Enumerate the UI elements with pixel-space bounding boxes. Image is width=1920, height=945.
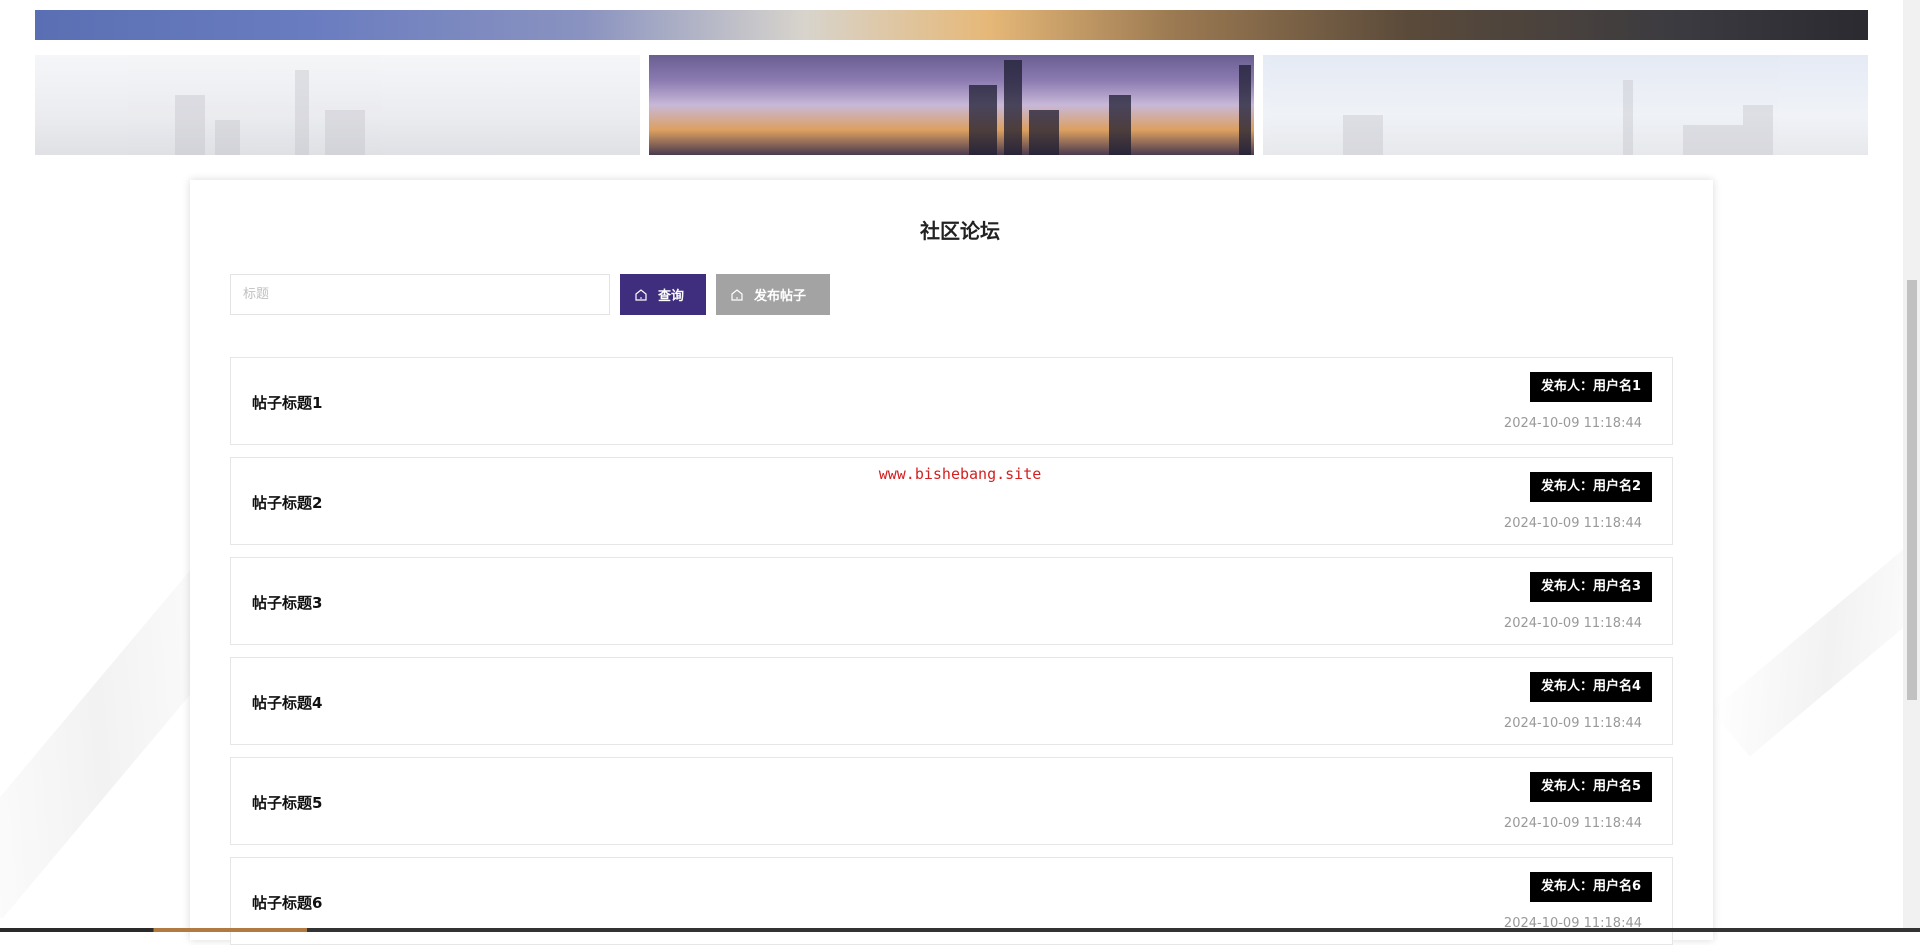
post-author-badge: 发布人：用户名1: [1529, 372, 1652, 402]
background-decoration: [1711, 543, 1920, 757]
page-title: 社区论坛: [920, 219, 1000, 243]
post-title[interactable]: 帖子标题6: [252, 892, 322, 913]
post-date: 2024-10-09 11:18:44: [1503, 416, 1642, 431]
home-icon: [635, 288, 647, 301]
top-banner-image[interactable]: [35, 10, 1868, 40]
page-scrollbar[interactable]: [1903, 0, 1920, 928]
carousel-image-3[interactable]: [1263, 55, 1868, 155]
home-icon: [731, 288, 743, 301]
publish-post-button[interactable]: 发布帖子: [716, 274, 830, 315]
post-list-item[interactable]: 帖子标题5 发布人：用户名5 2024-10-09 11:18:44: [230, 757, 1673, 845]
query-button-label: 查询: [658, 289, 685, 304]
post-title[interactable]: 帖子标题5: [252, 792, 322, 813]
carousel-image-1[interactable]: [35, 55, 640, 155]
post-list-item[interactable]: 帖子标题1 发布人：用户名1 2024-10-09 11:18:44: [230, 357, 1673, 445]
post-author-badge: 发布人：用户名3: [1529, 572, 1652, 602]
post-author-badge: 发布人：用户名6: [1529, 872, 1652, 902]
post-title[interactable]: 帖子标题3: [252, 592, 322, 613]
post-list-item[interactable]: 帖子标题3 发布人：用户名3 2024-10-09 11:18:44: [230, 557, 1673, 645]
post-list-item[interactable]: 帖子标题4 发布人：用户名4 2024-10-09 11:18:44: [230, 657, 1673, 745]
query-button[interactable]: 查询: [620, 274, 706, 315]
watermark-text: www.bishebang.site: [878, 465, 1042, 483]
post-date: 2024-10-09 11:18:44: [1503, 616, 1642, 631]
carousel-image-2[interactable]: [649, 55, 1254, 155]
post-author-badge: 发布人：用户名4: [1529, 672, 1652, 702]
post-title[interactable]: 帖子标题4: [252, 692, 322, 713]
post-date: 2024-10-09 11:18:44: [1503, 716, 1642, 731]
taskbar: [0, 928, 1920, 932]
post-author-badge: 发布人：用户名2: [1529, 472, 1652, 502]
post-title[interactable]: 帖子标题1: [252, 392, 322, 413]
post-title[interactable]: 帖子标题2: [252, 492, 322, 513]
post-date: 2024-10-09 11:18:44: [1503, 816, 1642, 831]
scrollbar-thumb[interactable]: [1907, 280, 1917, 700]
publish-button-label: 发布帖子: [754, 289, 807, 304]
title-search-input[interactable]: [230, 274, 610, 315]
post-date: 2024-10-09 11:18:44: [1503, 516, 1642, 531]
post-author-badge: 发布人：用户名5: [1529, 772, 1652, 802]
